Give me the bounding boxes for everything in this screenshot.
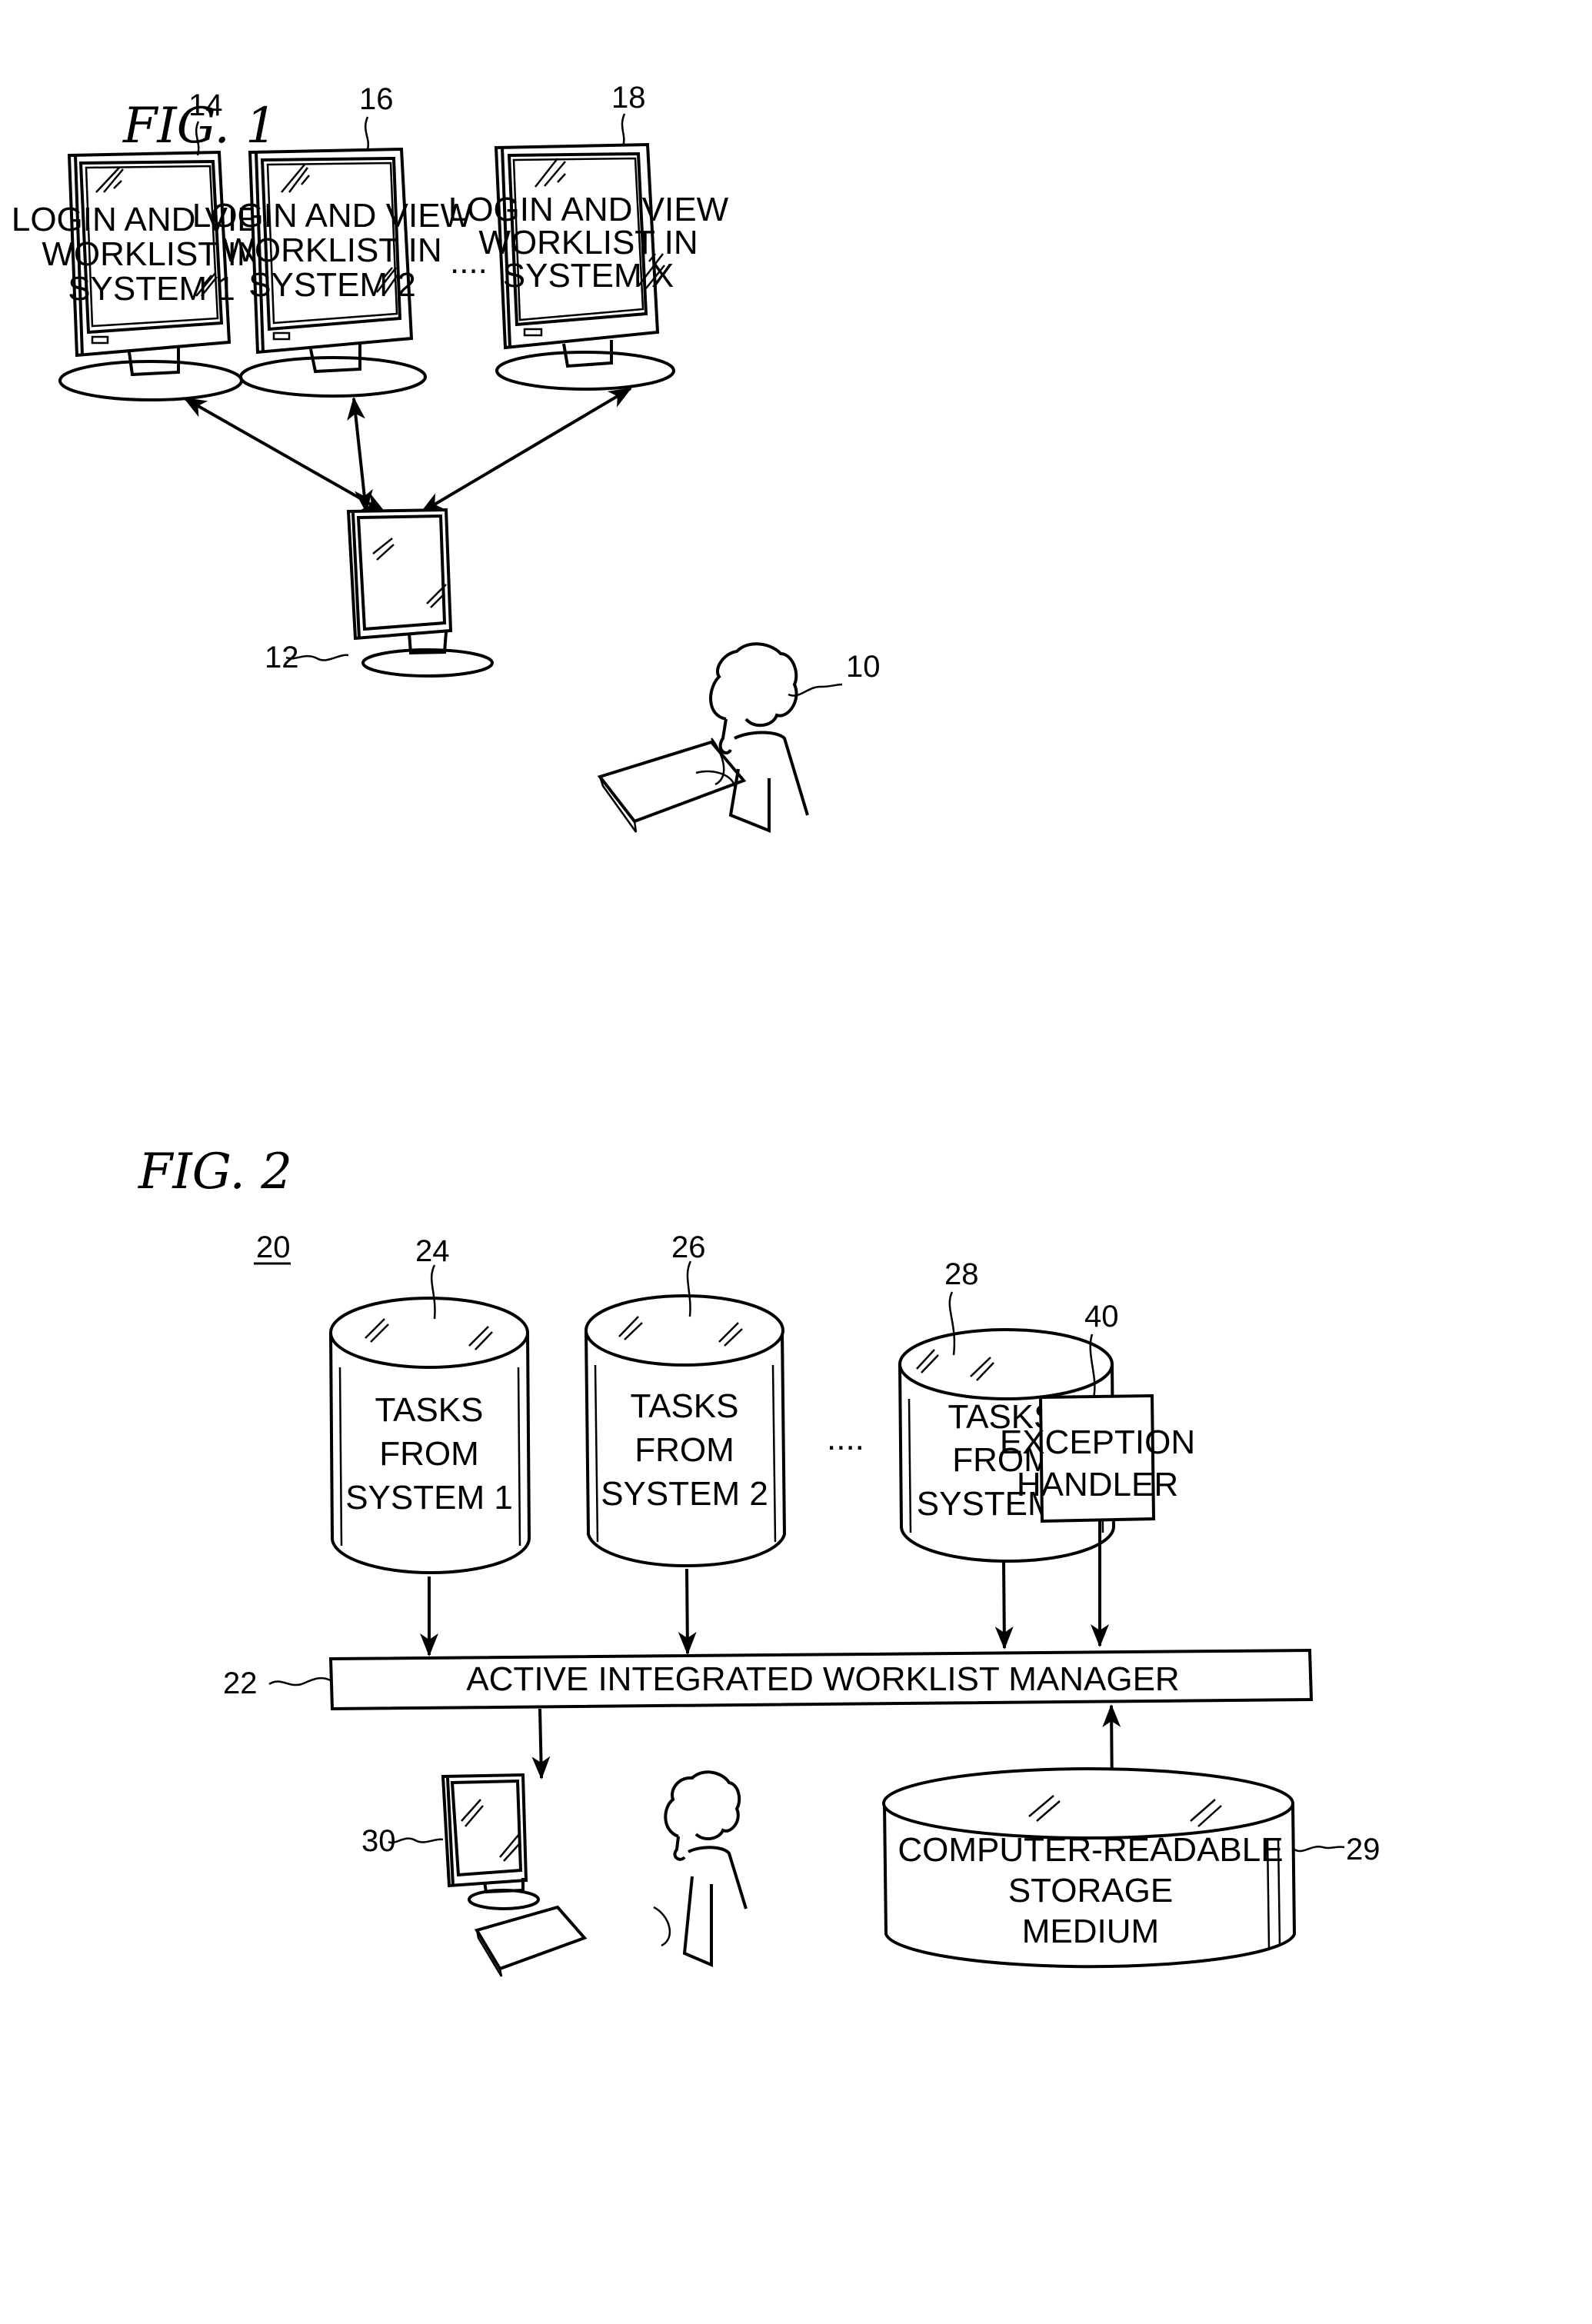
fig1: FIG. 1 LOGIN AND VIEW WORKLIST IN SYSTEM… [12, 81, 881, 833]
ref-28: 28 [944, 1257, 979, 1291]
monitor-2-line-1: LOGIN AND VIEW [192, 197, 473, 235]
ref-16: 16 [359, 82, 394, 116]
ref-24: 24 [415, 1234, 450, 1268]
keyboard-icon [474, 1905, 588, 1971]
monitor-2-line-2: WORKLIST IN [222, 231, 441, 269]
store-2-line-2: FROM [634, 1431, 734, 1469]
storage-line-2: STORAGE [1008, 1872, 1173, 1909]
ref-14: 14 [188, 88, 223, 122]
fig2-ellipsis: .... [827, 1420, 864, 1457]
monitor-x-line-2: WORKLIST IN [478, 224, 698, 261]
ref-29: 29 [1346, 1833, 1381, 1866]
ref-20: 20 [256, 1230, 291, 1264]
exception-handler-line-2: HANDLER [1017, 1466, 1178, 1503]
user-workstation: 12 [265, 508, 494, 678]
store-1-line-1: TASKS [375, 1391, 483, 1429]
user-person: 10 [597, 642, 881, 833]
store-1-line-3: SYSTEM 1 [345, 1479, 513, 1517]
keyboard-icon [597, 740, 747, 824]
workstation-30: 30 [361, 1773, 540, 1910]
monitor-x-line-1: LOGIN AND VIEW [448, 191, 729, 228]
monitor-system-x: LOGIN AND VIEW WORKLIST IN SYSTEM X 18 [448, 81, 729, 391]
ref-30: 30 [361, 1824, 396, 1858]
arrow-manager-to-workstation [531, 1708, 551, 1780]
storage-medium: COMPUTER-READABLE STORAGE MEDIUM 29 [882, 1767, 1381, 1969]
monitor-2-line-3: SYSTEM 2 [248, 266, 416, 304]
ref-18: 18 [611, 81, 646, 115]
store-2-line-1: TASKS [630, 1387, 738, 1425]
ref-10: 10 [846, 650, 881, 684]
store-2-line-3: SYSTEM 2 [601, 1475, 768, 1513]
ref-22: 22 [223, 1666, 258, 1700]
task-store-system-1: TASKS FROM SYSTEM 1 24 [329, 1234, 531, 1574]
store-1-line-2: FROM [379, 1435, 479, 1473]
ref-12: 12 [265, 641, 299, 674]
fig2: FIG. 2 20 TASKS FROM SYSTEM 1 24 TASKS F… [138, 1144, 1381, 1977]
task-store-system-2: TASKS FROM SYSTEM 2 26 [585, 1230, 787, 1567]
storage-line-3: MEDIUM [1022, 1913, 1159, 1950]
monitor-x-line-3: SYSTEM X [503, 257, 674, 295]
arrow-store-2-to-manager [678, 1568, 697, 1655]
ref-40: 40 [1084, 1300, 1119, 1333]
worklist-manager: ACTIVE INTEGRATED WORKLIST MANAGER 22 [223, 1648, 1314, 1711]
arrow-system-x-to-user [420, 387, 632, 514]
ref-26: 26 [671, 1230, 706, 1264]
monitor-1-line-3: SYSTEM 1 [68, 270, 235, 308]
fig2-title: FIG. 2 [138, 1144, 292, 1200]
patent-figure-sheet: FIG. 1 LOGIN AND VIEW WORKLIST IN SYSTEM… [12, 81, 1381, 1977]
storage-line-1: COMPUTER-READABLE [898, 1831, 1283, 1869]
manager-label: ACTIVE INTEGRATED WORKLIST MANAGER [466, 1660, 1179, 1698]
exception-handler-line-1: EXCEPTION [1000, 1423, 1195, 1461]
